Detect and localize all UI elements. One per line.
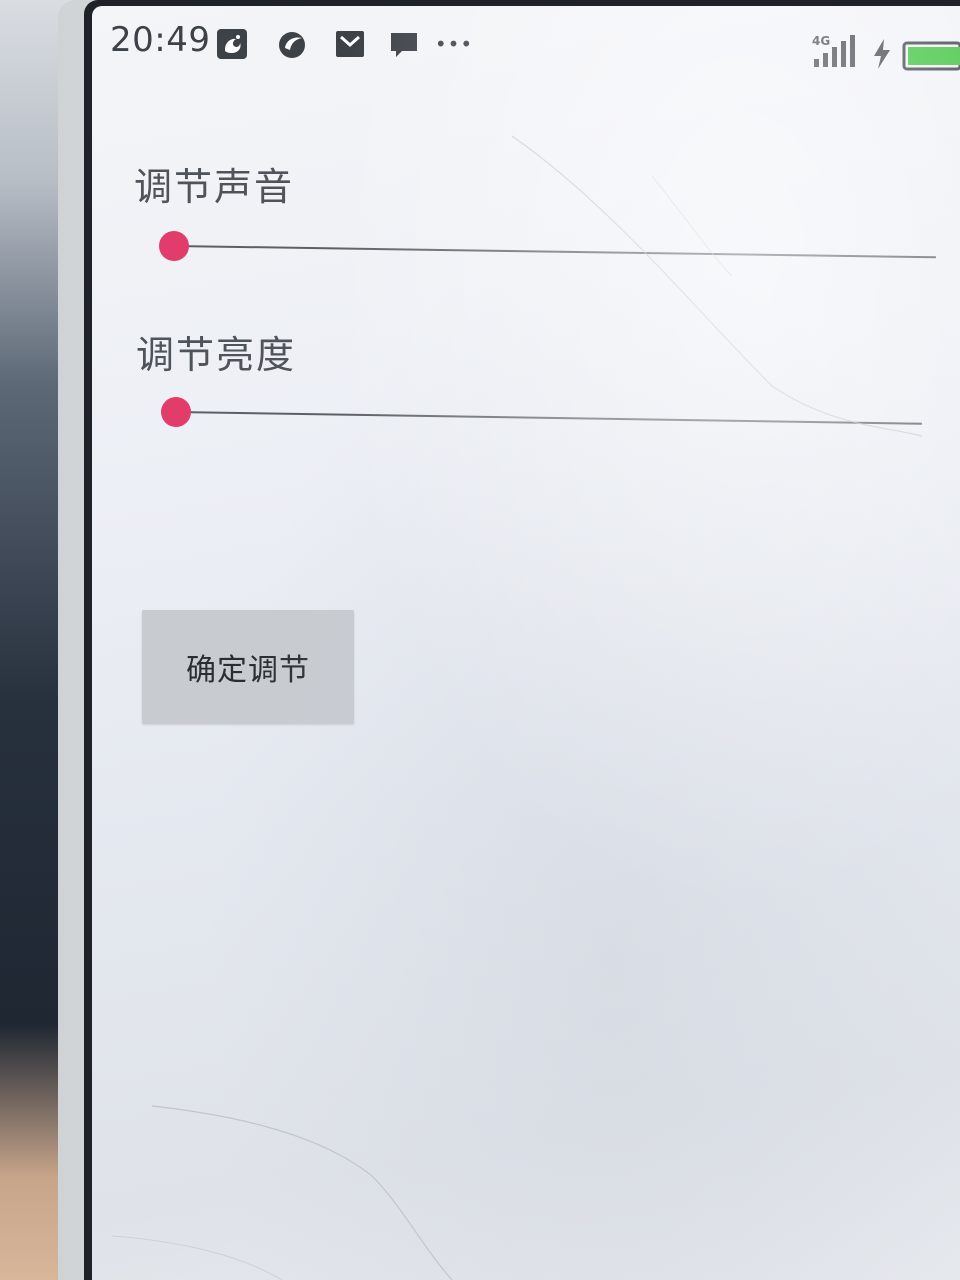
volume-slider-track[interactable] [173,245,936,259]
phone-screen: 20:49 ••• 4G 调节声音 调节亮度 确定调节 [92,6,960,1280]
status-time: 20:49 [110,20,211,60]
volume-label: 调节声音 [134,165,295,209]
confirm-adjust-button[interactable]: 确定调节 [142,610,354,724]
message-icon [388,28,420,60]
brightness-slider[interactable] [160,394,922,442]
brightness-slider-track[interactable] [175,411,922,425]
more-dots-icon: ••• [434,32,474,56]
signal-icon [812,35,860,68]
charging-icon [872,38,892,70]
status-bar: 20:49 ••• 4G [92,6,960,82]
battery-icon [902,40,960,72]
volume-slider-thumb[interactable] [158,230,190,262]
brightness-slider-thumb[interactable] [160,396,192,428]
mail-icon [334,28,366,60]
volume-slider[interactable] [158,228,936,275]
brightness-label: 调节亮度 [136,333,297,377]
browser-icon [276,28,308,60]
uc-browser-icon [216,28,248,60]
